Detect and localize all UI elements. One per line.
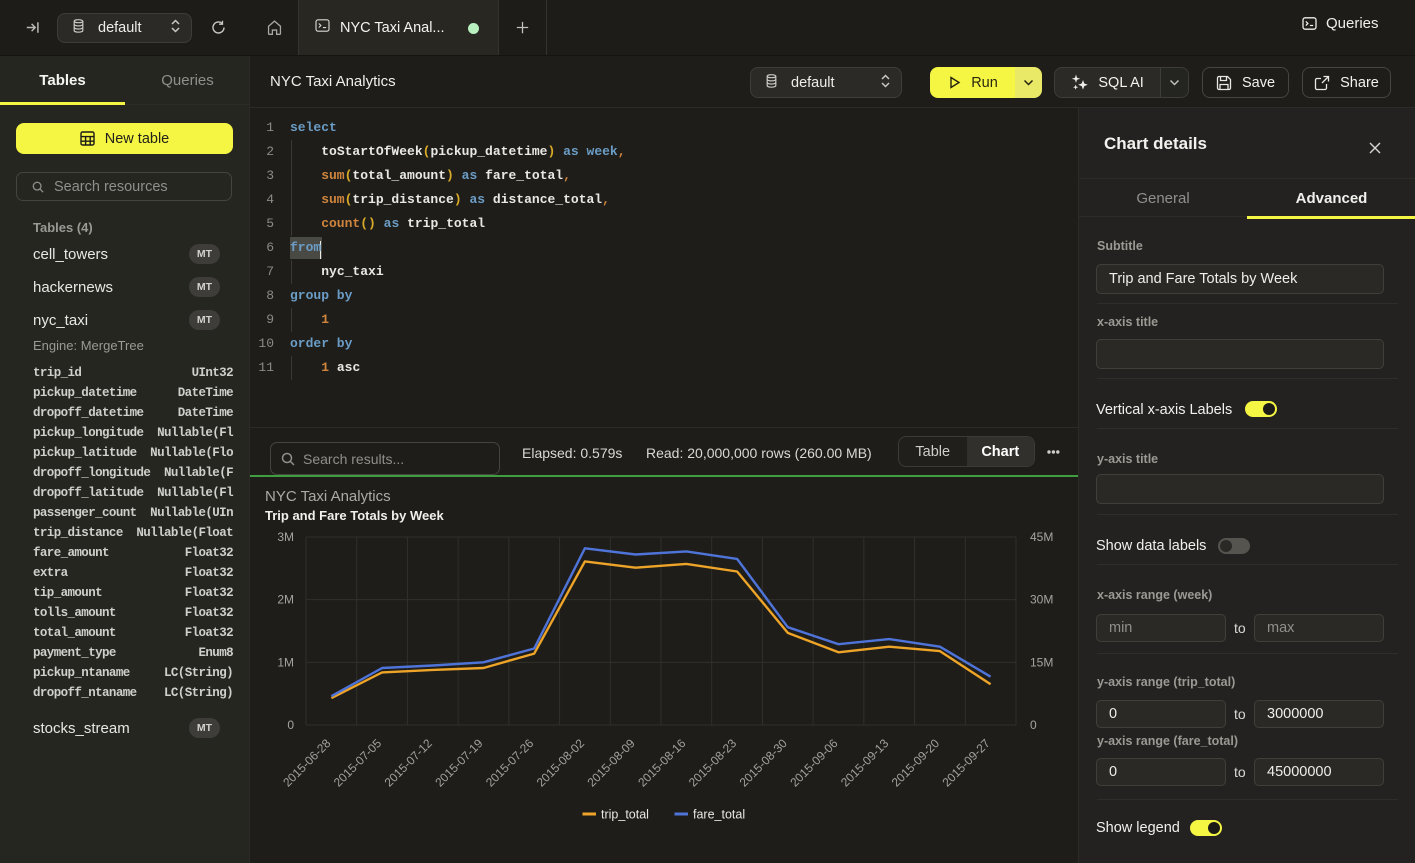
svg-text:45M: 45M bbox=[1030, 530, 1053, 544]
svg-text:fare_total: fare_total bbox=[693, 808, 745, 822]
svg-text:2015-07-19: 2015-07-19 bbox=[432, 736, 486, 790]
svg-text:30M: 30M bbox=[1030, 593, 1053, 607]
svg-text:2015-09-20: 2015-09-20 bbox=[889, 736, 943, 790]
svg-text:2015-08-09: 2015-08-09 bbox=[584, 736, 638, 790]
svg-text:15M: 15M bbox=[1030, 655, 1053, 669]
svg-text:trip_total: trip_total bbox=[601, 808, 649, 822]
svg-text:2015-07-12: 2015-07-12 bbox=[382, 736, 436, 790]
svg-text:2015-09-13: 2015-09-13 bbox=[838, 736, 892, 790]
svg-text:0: 0 bbox=[1030, 718, 1037, 732]
svg-text:2015-08-16: 2015-08-16 bbox=[635, 736, 689, 790]
svg-text:2015-09-27: 2015-09-27 bbox=[939, 736, 993, 790]
svg-text:1M: 1M bbox=[277, 655, 294, 669]
svg-text:2015-08-30: 2015-08-30 bbox=[737, 736, 791, 790]
svg-text:2015-07-05: 2015-07-05 bbox=[331, 736, 385, 790]
svg-text:2015-08-23: 2015-08-23 bbox=[686, 736, 740, 790]
svg-text:2015-09-06: 2015-09-06 bbox=[787, 736, 841, 790]
svg-text:2M: 2M bbox=[277, 593, 294, 607]
svg-text:2015-07-26: 2015-07-26 bbox=[483, 736, 537, 790]
svg-text:2015-06-28: 2015-06-28 bbox=[280, 736, 334, 790]
svg-text:3M: 3M bbox=[277, 530, 294, 544]
svg-text:0: 0 bbox=[287, 718, 294, 732]
svg-text:2015-08-02: 2015-08-02 bbox=[534, 736, 588, 790]
